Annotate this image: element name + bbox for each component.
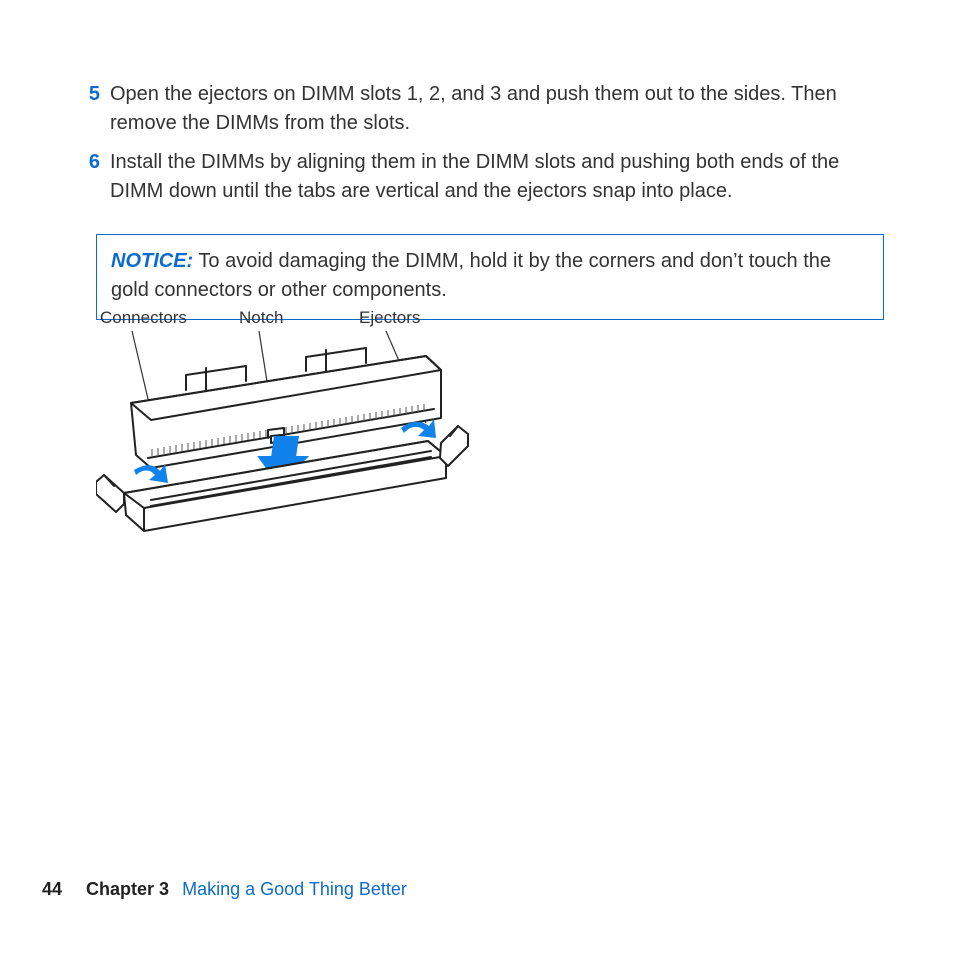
content-column: 5 Open the ejectors on DIMM slots 1, 2, … <box>82 80 884 320</box>
label-connectors: Connectors <box>100 308 187 328</box>
step-item: 6 Install the DIMMs by aligning them in … <box>82 148 884 206</box>
footer-chapter: Chapter 3 Making a Good Thing Better <box>86 879 407 900</box>
notice-text: To avoid damaging the DIMM, hold it by t… <box>111 250 831 301</box>
notice-label: NOTICE: <box>111 250 193 272</box>
step-text: Install the DIMMs by aligning them in th… <box>110 148 884 206</box>
dimm-figure: Connectors Notch Ejectors <box>96 308 476 560</box>
step-text: Open the ejectors on DIMM slots 1, 2, an… <box>110 80 884 138</box>
step-item: 5 Open the ejectors on DIMM slots 1, 2, … <box>82 80 884 138</box>
page-number: 44 <box>42 879 62 900</box>
document-page: 5 Open the ejectors on DIMM slots 1, 2, … <box>0 0 954 954</box>
dimm-illustration <box>96 308 476 560</box>
step-number: 5 <box>82 80 100 109</box>
label-notch: Notch <box>239 308 283 328</box>
step-number: 6 <box>82 148 100 177</box>
chapter-title: Making a Good Thing Better <box>182 879 407 899</box>
page-footer: 44 Chapter 3 Making a Good Thing Better <box>42 879 894 900</box>
label-ejectors: Ejectors <box>359 308 420 328</box>
chapter-label: Chapter 3 <box>86 879 169 899</box>
